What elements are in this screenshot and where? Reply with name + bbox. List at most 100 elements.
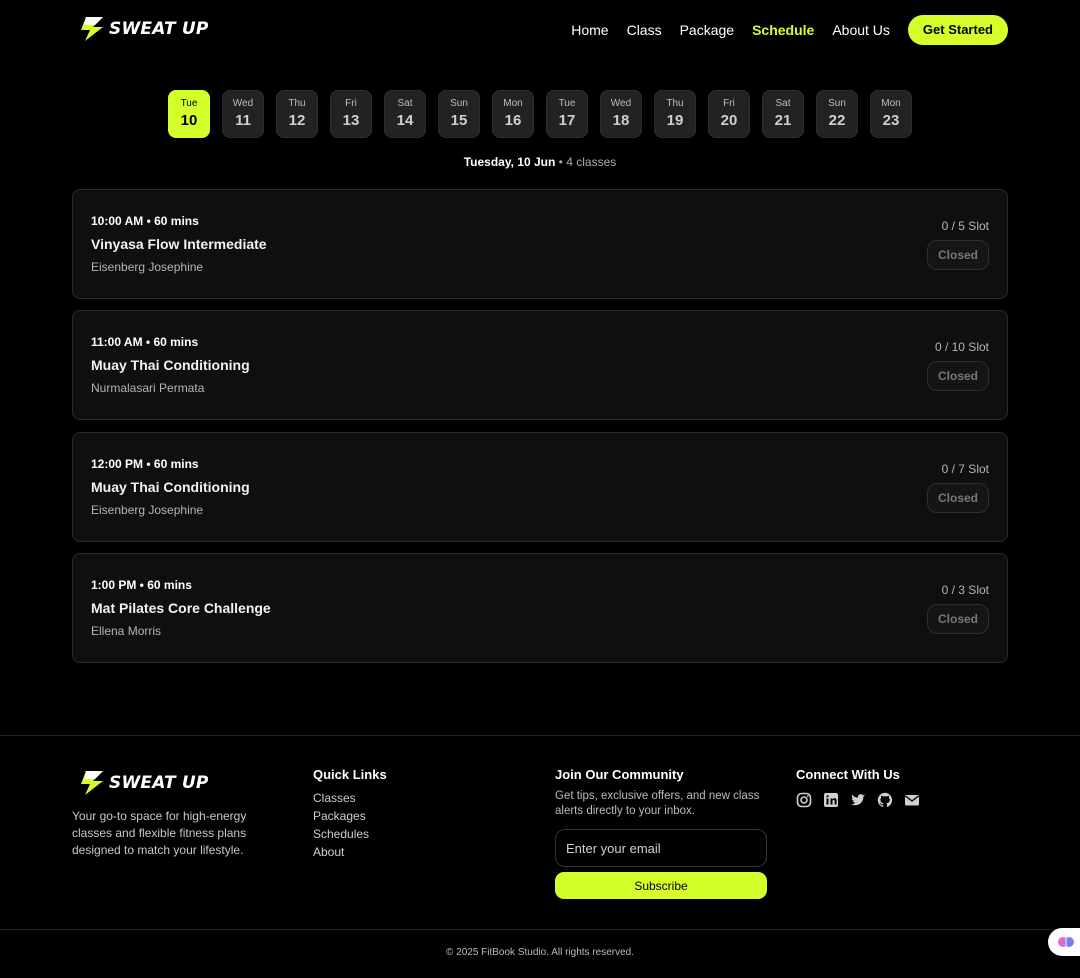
class-title: Mat Pilates Core Challenge — [91, 600, 271, 616]
day-name: Sun — [828, 98, 846, 109]
class-slots: 0 / 5 Slot — [941, 219, 989, 233]
class-card[interactable]: 1:00 PM • 60 mins Mat Pilates Core Chall… — [72, 553, 1008, 663]
day-date: 18 — [612, 112, 630, 129]
brand-name: SWEAT UP — [109, 19, 209, 39]
day-tab[interactable]: Sat 14 — [384, 90, 426, 138]
get-started-button[interactable]: Get Started — [907, 15, 1008, 45]
footer-link-classes[interactable]: Classes — [313, 789, 369, 807]
day-name: Fri — [723, 98, 735, 109]
community-title: Join Our Community — [555, 767, 684, 782]
class-time: 1:00 PM • 60 mins — [91, 578, 192, 592]
day-tab[interactable]: Thu 19 — [654, 90, 696, 138]
day-date: 12 — [288, 112, 306, 129]
github-icon[interactable] — [877, 792, 893, 808]
class-card[interactable]: 12:00 PM • 60 mins Muay Thai Conditionin… — [72, 432, 1008, 542]
day-name: Sun — [450, 98, 468, 109]
connect-title: Connect With Us — [796, 767, 900, 782]
class-title: Vinyasa Flow Intermediate — [91, 236, 267, 252]
class-count: 4 classes — [566, 155, 617, 169]
day-tab[interactable]: Wed 11 — [222, 90, 264, 138]
footer-link-schedules[interactable]: Schedules — [313, 825, 369, 843]
day-selector: Tue 10 Wed 11 Thu 12 Fri 13 Sat 14 Sun 15 Mon 1… — [168, 90, 912, 138]
closed-status-button[interactable]: Closed — [927, 604, 989, 634]
footer-link-packages[interactable]: Packages — [313, 807, 369, 825]
day-date: 17 — [558, 112, 576, 129]
day-tab[interactable]: Tue 10 — [168, 90, 210, 138]
class-slots: 0 / 3 Slot — [941, 583, 989, 597]
class-slots: 0 / 10 Slot — [934, 340, 989, 354]
day-tab[interactable]: Wed 18 — [600, 90, 642, 138]
day-tab[interactable]: Sun 15 — [438, 90, 480, 138]
nav-home[interactable]: Home — [571, 15, 608, 45]
nav-about-us[interactable]: About Us — [832, 15, 890, 45]
class-time: 11:00 AM • 60 mins — [91, 335, 199, 349]
assistant-badge[interactable] — [1048, 928, 1080, 956]
day-date: 20 — [720, 112, 738, 129]
footer-link-about[interactable]: About — [313, 843, 369, 861]
class-card[interactable]: 11:00 AM • 60 mins Muay Thai Conditionin… — [72, 310, 1008, 420]
closed-status-button[interactable]: Closed — [927, 361, 989, 391]
day-name: Sat — [397, 98, 413, 109]
day-tab[interactable]: Sun 22 — [816, 90, 858, 138]
day-tab[interactable]: Thu 12 — [276, 90, 318, 138]
class-time: 12:00 PM • 60 mins — [91, 457, 199, 471]
class-coach: Eisenberg Josephine — [91, 260, 204, 274]
class-time: 10:00 AM • 60 mins — [91, 214, 199, 228]
day-tab[interactable]: Mon 16 — [492, 90, 534, 138]
day-tab[interactable]: Mon 23 — [870, 90, 912, 138]
brand-logo[interactable]: SWEAT UP — [79, 16, 209, 42]
day-date: 21 — [774, 112, 792, 129]
day-name: Tue — [558, 98, 576, 109]
main-nav: Home Class Package Schedule About Us Get… — [553, 15, 1008, 45]
instagram-icon[interactable] — [796, 792, 812, 808]
brain-icon — [1058, 937, 1074, 947]
day-name: Tue — [180, 98, 198, 109]
subscribe-button[interactable]: Subscribe — [555, 872, 767, 899]
day-name: Wed — [610, 98, 632, 109]
day-date: 15 — [450, 112, 468, 129]
class-coach: Nurmalasari Permata — [91, 381, 205, 395]
footer-logo[interactable]: SWEAT UP — [79, 770, 209, 796]
site-header: SWEAT UP Home Class Package Schedule Abo… — [0, 0, 1080, 60]
footer-description: Your go-to space for high-energy classes… — [72, 809, 247, 857]
footer-brand-name: SWEAT UP — [109, 773, 209, 793]
footer-bottom-divider — [0, 929, 1080, 930]
class-coach: Eisenberg Josephine — [91, 503, 204, 517]
day-name: Mon — [503, 98, 523, 109]
day-name: Wed — [232, 98, 254, 109]
linkedin-icon[interactable] — [823, 792, 839, 808]
nav-package[interactable]: Package — [680, 15, 734, 45]
day-name: Mon — [881, 98, 901, 109]
selected-date: Tuesday, 10 Jun — [463, 155, 556, 169]
day-date: 23 — [882, 112, 900, 129]
day-tab[interactable]: Fri 20 — [708, 90, 750, 138]
email-input[interactable] — [555, 829, 767, 867]
class-title: Muay Thai Conditioning — [91, 357, 250, 373]
day-tab[interactable]: Tue 17 — [546, 90, 588, 138]
class-card[interactable]: 10:00 AM • 60 mins Vinyasa Flow Intermed… — [72, 189, 1008, 299]
day-tab[interactable]: Fri 13 — [330, 90, 372, 138]
day-name: Thu — [288, 98, 306, 109]
class-coach: Ellena Morris — [91, 624, 162, 638]
nav-class[interactable]: Class — [627, 15, 662, 45]
day-name: Sat — [775, 98, 791, 109]
day-date: 22 — [828, 112, 846, 129]
day-tab[interactable]: Sat 21 — [762, 90, 804, 138]
community-text: Get tips, exclusive offers, and new clas… — [555, 790, 760, 817]
mail-icon[interactable] — [904, 792, 920, 808]
quick-links-list: Classes Packages Schedules About — [313, 789, 369, 861]
closed-status-button[interactable]: Closed — [927, 240, 989, 270]
class-slots: 0 / 7 Slot — [941, 462, 989, 476]
twitter-icon[interactable] — [850, 792, 866, 808]
day-date: 14 — [396, 112, 414, 129]
day-date: 16 — [504, 112, 522, 129]
selected-date-summary: Tuesday, 10 Jun • 4 classes — [0, 155, 1080, 169]
social-links — [796, 792, 920, 808]
lightning-logo-icon — [81, 17, 103, 41]
nav-schedule[interactable]: Schedule — [752, 15, 814, 45]
lightning-logo-icon — [81, 771, 103, 795]
class-title: Muay Thai Conditioning — [91, 479, 250, 495]
closed-status-button[interactable]: Closed — [927, 483, 989, 513]
footer-divider — [0, 735, 1080, 736]
day-date: 13 — [342, 112, 360, 129]
